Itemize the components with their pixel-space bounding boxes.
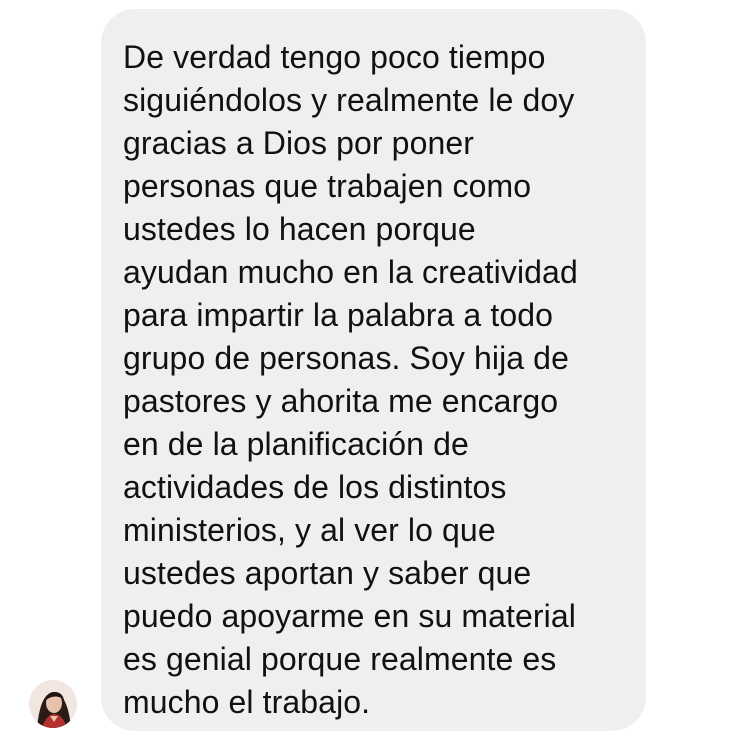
message-line: en de la planificación de: [123, 426, 469, 462]
message-line: ayudan mucho en la creatividad: [123, 254, 578, 290]
message-line: ustedes lo hacen porque: [123, 211, 476, 247]
message-line: gracias a Dios por poner: [123, 125, 475, 161]
chat-thread: De verdad tengo poco tiempo siguiéndolos…: [0, 0, 739, 743]
message-bubble[interactable]: De verdad tengo poco tiempo siguiéndolos…: [101, 9, 646, 731]
message-line: ministerios, y al ver lo que: [123, 512, 496, 548]
message-line: De verdad tengo poco tiempo: [123, 39, 546, 75]
message-line: grupo de personas. Soy hija de: [123, 340, 569, 376]
sender-avatar[interactable]: [29, 680, 77, 728]
message-line: para impartir la palabra a todo: [123, 297, 554, 333]
message-line: ustedes aportan y saber que: [123, 555, 532, 591]
message-line: es genial porque realmente es: [123, 641, 557, 677]
message-line: personas que trabajen como: [123, 168, 532, 204]
message-line: pastores y ahorita me encargo: [123, 383, 559, 419]
message-line: puedo apoyarme en su material: [123, 598, 576, 634]
message-line: actividades de los distintos: [123, 469, 507, 505]
message-line: siguiéndolos y realmente le doy: [123, 82, 575, 118]
profile-photo-icon: [29, 680, 77, 728]
message-line: mucho el trabajo.: [123, 684, 371, 720]
